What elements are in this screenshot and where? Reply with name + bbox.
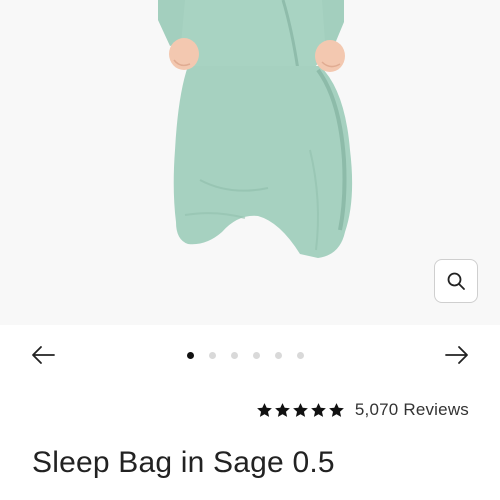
gallery-navigation (0, 335, 500, 375)
star-icon (275, 402, 290, 417)
arrow-right-icon (445, 346, 468, 364)
star-icon (257, 402, 272, 417)
baby-sleep-bag-illustration (158, 0, 353, 258)
product-title: Sleep Bag in Sage 0.5 (32, 446, 335, 479)
arrow-left-icon (32, 346, 55, 364)
carousel-dots (187, 352, 304, 359)
star-icon (293, 402, 308, 417)
star-icon (311, 402, 326, 417)
search-icon (447, 272, 465, 290)
star-rating (256, 402, 345, 419)
carousel-dot[interactable] (275, 352, 282, 359)
carousel-dot[interactable] (253, 352, 260, 359)
star-icon (329, 402, 344, 417)
carousel-dot[interactable] (187, 352, 194, 359)
carousel-dot[interactable] (209, 352, 216, 359)
carousel-dot[interactable] (231, 352, 238, 359)
product-rating[interactable]: 5,070 Reviews (256, 400, 469, 420)
next-image-button[interactable] (444, 343, 470, 367)
previous-image-button[interactable] (30, 343, 56, 367)
zoom-button[interactable] (434, 259, 478, 303)
product-image[interactable] (0, 0, 500, 325)
carousel-dot[interactable] (297, 352, 304, 359)
reviews-count[interactable]: 5,070 Reviews (355, 400, 469, 420)
